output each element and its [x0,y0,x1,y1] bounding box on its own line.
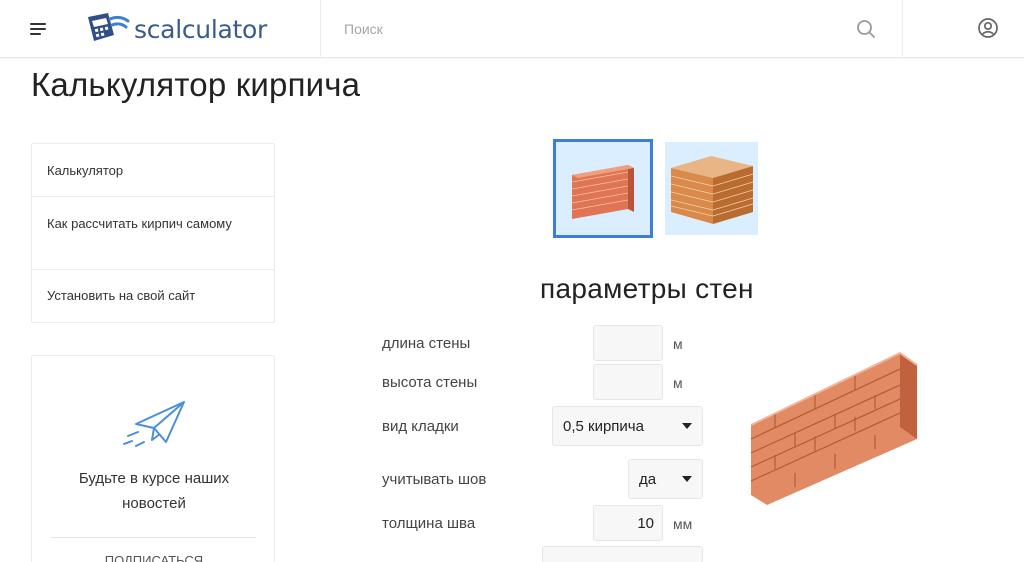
consider-joint-select[interactable]: да [628,459,703,499]
wall-length-label: длина стены [382,335,471,352]
top-header: scalculator [0,0,1024,58]
search-icon[interactable] [855,18,877,40]
newsletter-divider [50,537,256,538]
sidebar-item-install-widget[interactable]: Установить на свой сайт [32,270,274,322]
newsletter-box: Будьте в курсе наших новостей ПОДПИСАТЬС… [31,355,275,562]
hamburger-menu-icon[interactable] [26,17,50,41]
calculator-logo-icon [88,13,130,41]
wall-height-input[interactable] [593,364,663,400]
header-divider [902,0,903,58]
brick-wall-image [571,165,634,219]
consider-joint-value: да [639,470,657,488]
user-account-icon[interactable] [977,17,999,39]
wall-type-tile-building[interactable] [665,142,758,235]
paper-plane-icon [123,401,185,447]
wall-length-input[interactable] [593,325,663,361]
masonry-type-value: 0,5 кирпича [563,417,644,435]
masonry-type-select[interactable]: 0,5 кирпича [552,406,703,446]
next-field[interactable] [542,546,703,562]
wall-type-tile-wall[interactable] [553,139,653,238]
page-title: Калькулятор кирпича [31,66,361,103]
site-logo[interactable]: scalculator [86,9,267,49]
chevron-down-icon [682,423,692,429]
brick-building-image [670,156,754,224]
joint-thickness-unit: мм [673,516,693,532]
wall-height-unit: м [673,375,683,391]
joint-thickness-input[interactable] [593,505,663,541]
wall-height-label: высота стены [382,374,478,391]
search-input[interactable] [330,12,830,46]
newsletter-text: Будьте в курсе наших новостей [78,470,230,512]
masonry-type-label: вид кладки [382,418,459,435]
joint-thickness-label: толщина шва [382,515,476,532]
subscribe-link[interactable]: ПОДПИСАТЬСЯ [32,553,276,562]
section-title: параметры стен [540,273,754,304]
header-divider [320,0,321,58]
chevron-down-icon [682,476,692,482]
logo-text: scalculator [134,14,267,44]
sidebar-nav: Калькулятор Как рассчитать кирпич самому… [31,143,275,323]
brick-wall-illustration [750,351,918,505]
consider-joint-label: учитывать шов [382,471,487,488]
wall-length-unit: м [673,336,683,352]
sidebar-item-calculator[interactable]: Калькулятор [32,144,274,197]
sidebar-item-how-to-calculate[interactable]: Как рассчитать кирпич самому [32,197,274,270]
